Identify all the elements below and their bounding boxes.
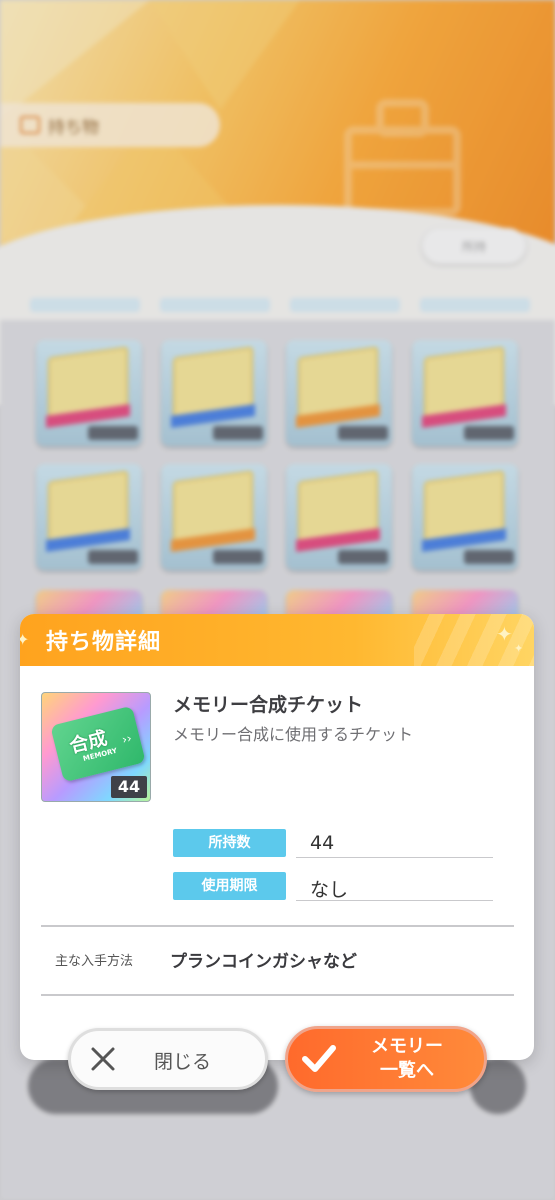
owned-count-label: 所持数	[173, 829, 286, 857]
acquisition-method-label: 主な入手方法	[55, 954, 134, 969]
dialog-header: ✦ ✦ ✦ 持ち物詳細	[20, 614, 534, 666]
check-icon	[302, 1045, 336, 1072]
close-button[interactable]: 閉じる	[68, 1028, 268, 1090]
dialog-title: 持ち物詳細	[46, 630, 162, 655]
close-button-label: 閉じる	[154, 1051, 212, 1073]
sparkle-icon: ✦	[20, 630, 30, 649]
expiry-label: 使用期限	[173, 872, 286, 900]
item-detail-dialog: ✦ ✦ ✦ 持ち物詳細 合成 MEMORY ›› 44 メモリー合成チケット メ…	[20, 614, 534, 1060]
expiry-value: なし	[310, 879, 349, 901]
chevron-right-icon: ››	[120, 730, 134, 747]
memory-list-button[interactable]: メモリー 一覧へ	[285, 1026, 487, 1092]
field-underline	[296, 857, 493, 858]
item-count-badge: 44	[111, 776, 147, 798]
field-underline	[296, 900, 493, 901]
close-icon	[91, 1047, 115, 1071]
item-name: メモリー合成チケット	[173, 694, 364, 716]
acquisition-method-value: プランコインガシャなど	[170, 952, 357, 972]
header-stripes	[414, 614, 534, 666]
section-divider	[41, 925, 514, 927]
item-thumbnail: 合成 MEMORY ›› 44	[41, 692, 151, 802]
owned-count-value: 44	[310, 832, 335, 854]
sparkle-icon: ✦	[514, 642, 524, 655]
section-divider	[41, 994, 514, 996]
sparkle-icon: ✦	[496, 622, 513, 646]
item-description: メモリー合成に使用するチケット	[173, 725, 414, 744]
memory-synthesis-ticket-icon: 合成 MEMORY ››	[50, 705, 146, 783]
memory-list-button-label: メモリー 一覧へ	[371, 1036, 443, 1081]
